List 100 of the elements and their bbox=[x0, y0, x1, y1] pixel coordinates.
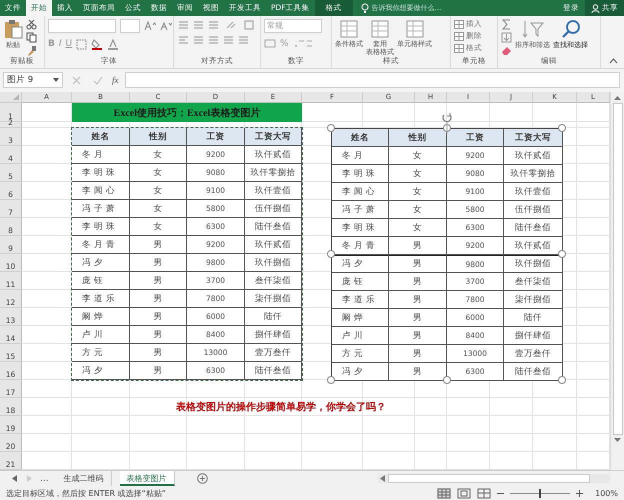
fill-down-icon[interactable] bbox=[501, 32, 512, 43]
table-cell: 壹万叁仟 bbox=[504, 345, 563, 363]
sum-icon[interactable] bbox=[501, 19, 512, 30]
table-cell: 男 bbox=[389, 309, 447, 327]
table-cell: 玖仟贰佰 bbox=[245, 146, 302, 164]
name-box[interactable]: 图片 9 bbox=[3, 72, 63, 88]
table-cell: 女 bbox=[389, 183, 447, 201]
font-name-field[interactable] bbox=[48, 19, 116, 33]
scroll-left-icon[interactable] bbox=[380, 475, 385, 482]
table-header: 工资 bbox=[187, 128, 245, 146]
border-icon[interactable] bbox=[76, 38, 88, 50]
previous-sheet-icon[interactable] bbox=[12, 475, 18, 482]
triangle-icon bbox=[13, 94, 19, 100]
table-cell: 女 bbox=[389, 201, 447, 219]
page-layout-icon[interactable] bbox=[457, 488, 472, 498]
table-cell: 李明珠 bbox=[332, 219, 389, 237]
table-cell: 柒仟捌佰 bbox=[245, 290, 302, 308]
table-cell: 李道乐 bbox=[72, 290, 130, 308]
table-cell: 女 bbox=[130, 218, 187, 236]
table-cell: 男 bbox=[389, 363, 447, 381]
formula-field[interactable] bbox=[124, 72, 620, 88]
table-cell: 玖仟贰佰 bbox=[504, 237, 563, 255]
currency-icon[interactable] bbox=[264, 38, 276, 49]
collapse-ribbon-icon[interactable] bbox=[609, 58, 618, 64]
insert-function-button[interactable]: fx bbox=[112, 75, 118, 85]
shrink-font-icon[interactable] bbox=[160, 21, 172, 31]
table-cell: 冯子萧 bbox=[332, 201, 389, 219]
resize-handle[interactable] bbox=[558, 124, 566, 132]
add-sheet-icon[interactable] bbox=[196, 473, 208, 484]
table-cell: 李闻心 bbox=[72, 182, 130, 200]
scroll-up-icon[interactable] bbox=[614, 95, 621, 100]
table-cell: 陆仟叁佰 bbox=[245, 362, 302, 380]
zoom-in-icon[interactable] bbox=[576, 490, 584, 496]
grid-icon bbox=[454, 20, 464, 28]
table-cell: 李明珠 bbox=[72, 164, 130, 182]
table-cell: 男 bbox=[389, 291, 447, 309]
fill-color-icon[interactable] bbox=[91, 38, 104, 50]
table-style-icon bbox=[339, 19, 359, 39]
table-cell: 冯子萧 bbox=[72, 200, 130, 218]
sheet-tab[interactable]: 表格变图片 bbox=[120, 471, 175, 486]
table-cell: 冯夕 bbox=[332, 363, 389, 381]
scissors-icon[interactable] bbox=[26, 19, 37, 30]
table-cell: 阚烨 bbox=[72, 308, 130, 326]
table-cell: 女 bbox=[130, 200, 187, 218]
table-cell: 陆仟叁佰 bbox=[504, 219, 563, 237]
table-cell: 男 bbox=[389, 327, 447, 345]
table-cell: 李明珠 bbox=[72, 218, 130, 236]
grow-font-icon[interactable] bbox=[144, 21, 156, 31]
table-cell: 卢川 bbox=[332, 327, 389, 345]
table-header: 性别 bbox=[389, 129, 447, 147]
title-banner: Excel使用技巧：Excel表格变图片 bbox=[72, 103, 302, 122]
table-cell: 玖仟捌佰 bbox=[245, 254, 302, 272]
person-icon bbox=[591, 4, 600, 12]
table-cell: 男 bbox=[389, 345, 447, 363]
resize-handle[interactable] bbox=[327, 376, 335, 384]
table-cell: 李明珠 bbox=[332, 165, 389, 183]
normal-view-icon[interactable] bbox=[437, 488, 452, 498]
table-cell: 男 bbox=[130, 308, 187, 326]
table-cell: 柒仟捌佰 bbox=[504, 291, 563, 309]
table-cell: 方元 bbox=[72, 344, 130, 362]
zoom-thumb[interactable] bbox=[539, 488, 542, 498]
eraser-icon[interactable] bbox=[501, 45, 512, 56]
font-color-icon[interactable] bbox=[107, 38, 120, 50]
brush-icon[interactable] bbox=[26, 45, 37, 56]
page-break-icon[interactable] bbox=[477, 488, 492, 498]
copy-icon[interactable] bbox=[26, 32, 37, 43]
table-cell: 捌仟肆佰 bbox=[245, 326, 302, 344]
resize-handle[interactable] bbox=[327, 124, 335, 132]
table-cell: 男 bbox=[389, 273, 447, 291]
more-sheets-button[interactable]: ... bbox=[40, 474, 49, 484]
scrollbar-thumb[interactable] bbox=[612, 103, 622, 435]
table-header: 工资大写 bbox=[245, 128, 302, 146]
table-cell: 女 bbox=[130, 182, 187, 200]
resize-handle[interactable] bbox=[558, 250, 566, 258]
scroll-down-icon[interactable] bbox=[614, 438, 621, 443]
table-cell: 女 bbox=[389, 165, 447, 183]
table-cell: 女 bbox=[130, 146, 187, 164]
font-size-field[interactable] bbox=[120, 19, 140, 33]
sort-filter-icon bbox=[522, 19, 544, 39]
table-cell: 男 bbox=[130, 254, 187, 272]
grid-icon bbox=[454, 32, 464, 40]
resize-handle[interactable] bbox=[327, 250, 335, 258]
table-cell: 冯夕 bbox=[72, 254, 130, 272]
table-cell: 女 bbox=[130, 164, 187, 182]
table-cell: 男 bbox=[130, 272, 187, 290]
rotate-handle-icon[interactable] bbox=[441, 112, 453, 134]
table-cell: 伍仟捌佰 bbox=[245, 200, 302, 218]
table-style-icon bbox=[370, 19, 390, 39]
table-cell: 冬月 bbox=[332, 147, 389, 165]
table-cell: 壹万叁仟 bbox=[245, 344, 302, 362]
resize-handle[interactable] bbox=[558, 376, 566, 384]
table-cell: 李道乐 bbox=[332, 291, 389, 309]
check-icon[interactable] bbox=[93, 76, 103, 84]
table-cell: 方元 bbox=[332, 345, 389, 363]
horizontal-scrollbar[interactable] bbox=[378, 474, 610, 483]
clipboard-icon bbox=[3, 19, 23, 39]
table-cell: 李闻心 bbox=[332, 183, 389, 201]
table-cell: 伍仟捌佰 bbox=[504, 201, 563, 219]
table-header: 性别 bbox=[130, 128, 187, 146]
grid-icon bbox=[454, 44, 464, 52]
